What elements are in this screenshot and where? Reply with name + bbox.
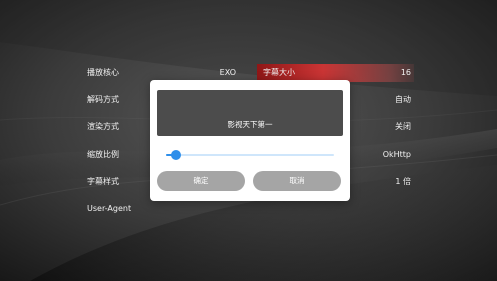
subtitle-preview-text: 影视天下第一: [227, 120, 273, 129]
confirm-button[interactable]: 确定: [157, 171, 245, 191]
setting-label-decode-mode: 解码方式: [87, 95, 119, 104]
subtitle-size-dialog: 影视天下第一 确定 取消: [150, 80, 350, 201]
size-slider-track[interactable]: [166, 154, 334, 156]
setting-label-subtitle-style: 字幕样式: [87, 177, 119, 186]
setting-label-scale: 缩放比例: [87, 150, 119, 159]
size-slider-thumb[interactable]: [171, 150, 182, 160]
subtitle-preview: 影视天下第一: [157, 90, 343, 136]
setting-label-user-agent: User-Agent: [87, 204, 132, 213]
setting-label-render-mode: 渲染方式: [87, 122, 119, 131]
settings-row[interactable]: User-Agent: [81, 200, 414, 218]
cancel-button[interactable]: 取消: [253, 171, 341, 191]
setting-label-player-core: 播放核心: [87, 68, 119, 77]
